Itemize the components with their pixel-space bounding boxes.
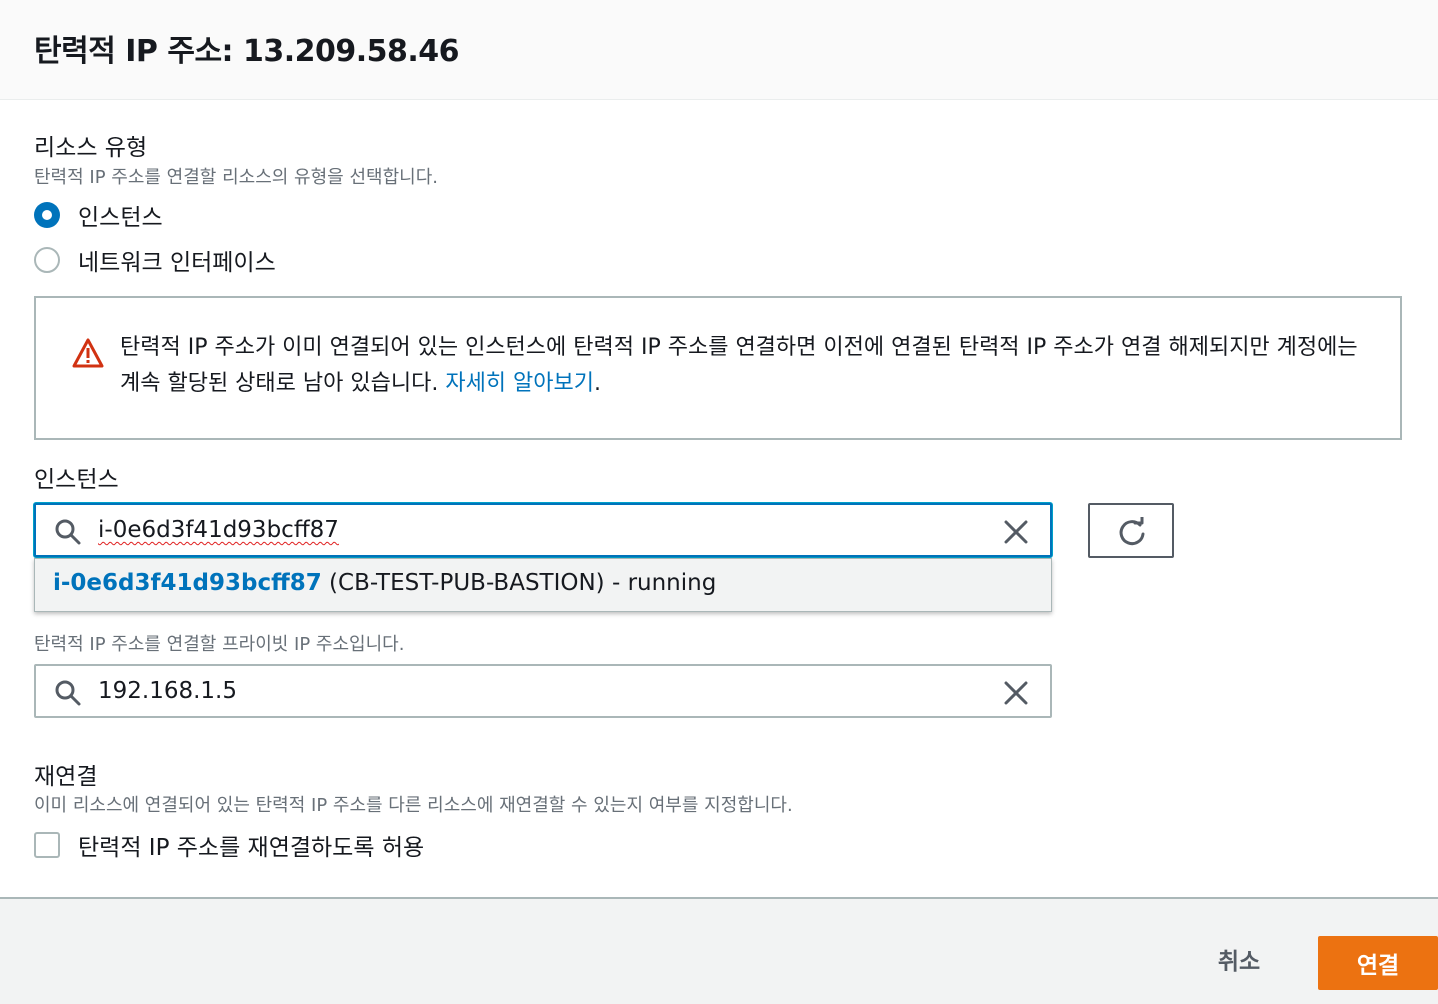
dropdown-option-detail[interactable]: (CB-TEST-PUB-BASTION) - running	[329, 570, 716, 596]
connect-button[interactable]: 연결	[1318, 936, 1438, 990]
dialog-header: 탄력적 IP 주소: 13.209.58.46	[0, 0, 1438, 100]
warning-icon	[72, 338, 104, 368]
dropdown-option-id[interactable]: i-0e6d3f41d93bcff87	[53, 570, 322, 596]
instance-search-input[interactable]: i-0e6d3f41d93bcff87	[34, 503, 1052, 557]
resource-type-description: 탄력적 IP 주소를 연결할 리소스의 유형을 선택합니다.	[34, 167, 438, 188]
private-ip-value[interactable]: 192.168.1.5	[98, 678, 237, 704]
warning-alert: 탄력적 IP 주소가 이미 연결되어 있는 인스턴스에 탄력적 IP 주소를 연…	[34, 296, 1402, 440]
radio-button-network-interface[interactable]	[34, 247, 60, 273]
search-icon	[55, 680, 81, 706]
refresh-icon	[1119, 517, 1145, 546]
dropdown-option[interactable]: i-0e6d3f41d93bcff87 (CB-TEST-PUB-BASTION…	[53, 570, 716, 596]
radio-label-instance[interactable]: 인스턴스	[78, 198, 163, 232]
private-ip-description: 탄력적 IP 주소를 연결할 프라이빗 IP 주소입니다.	[34, 634, 405, 655]
refresh-button[interactable]	[1088, 503, 1174, 558]
resource-type-label: 리소스 유형	[34, 135, 148, 161]
reassociation-label: 재연결	[34, 764, 98, 790]
alert-text: 탄력적 IP 주소가 이미 연결되어 있는 인스턴스에 탄력적 IP 주소를 연…	[120, 335, 1358, 396]
alert-message: 탄력적 IP 주소가 이미 연결되어 있는 인스턴스에 탄력적 IP 주소를 연…	[120, 330, 1380, 402]
reassociation-checkbox-row[interactable]: 탄력적 IP 주소를 재연결하도록 허용	[34, 828, 424, 862]
reassociation-description: 이미 리소스에 연결되어 있는 탄력적 IP 주소를 다른 리소스에 재연결할 …	[34, 795, 793, 816]
close-icon[interactable]	[1002, 679, 1030, 707]
radio-instance[interactable]: 인스턴스	[34, 198, 163, 232]
private-ip-input[interactable]: 192.168.1.5	[34, 664, 1052, 718]
radio-label-network-interface[interactable]: 네트워크 인터페이스	[78, 243, 276, 277]
instance-label: 인스턴스	[34, 467, 119, 493]
instance-input-value[interactable]: i-0e6d3f41d93bcff87	[98, 517, 339, 543]
page-title: 탄력적 IP 주소: 13.209.58.46	[34, 34, 460, 69]
dialog-footer: 취소 연결	[0, 897, 1438, 1004]
radio-button-instance[interactable]	[34, 202, 60, 228]
cancel-button[interactable]: 취소	[1192, 939, 1286, 979]
radio-network-interface[interactable]: 네트워크 인터페이스	[34, 243, 276, 277]
reassociation-checkbox[interactable]	[34, 832, 60, 858]
instance-dropdown: i-0e6d3f41d93bcff87 (CB-TEST-PUB-BASTION…	[34, 558, 1052, 612]
learn-more-link[interactable]: 자세히 알아보기	[445, 371, 594, 396]
alert-suffix: .	[594, 371, 602, 396]
close-icon[interactable]	[1002, 518, 1030, 546]
search-icon	[55, 519, 81, 545]
reassociation-checkbox-label[interactable]: 탄력적 IP 주소를 재연결하도록 허용	[78, 828, 424, 862]
